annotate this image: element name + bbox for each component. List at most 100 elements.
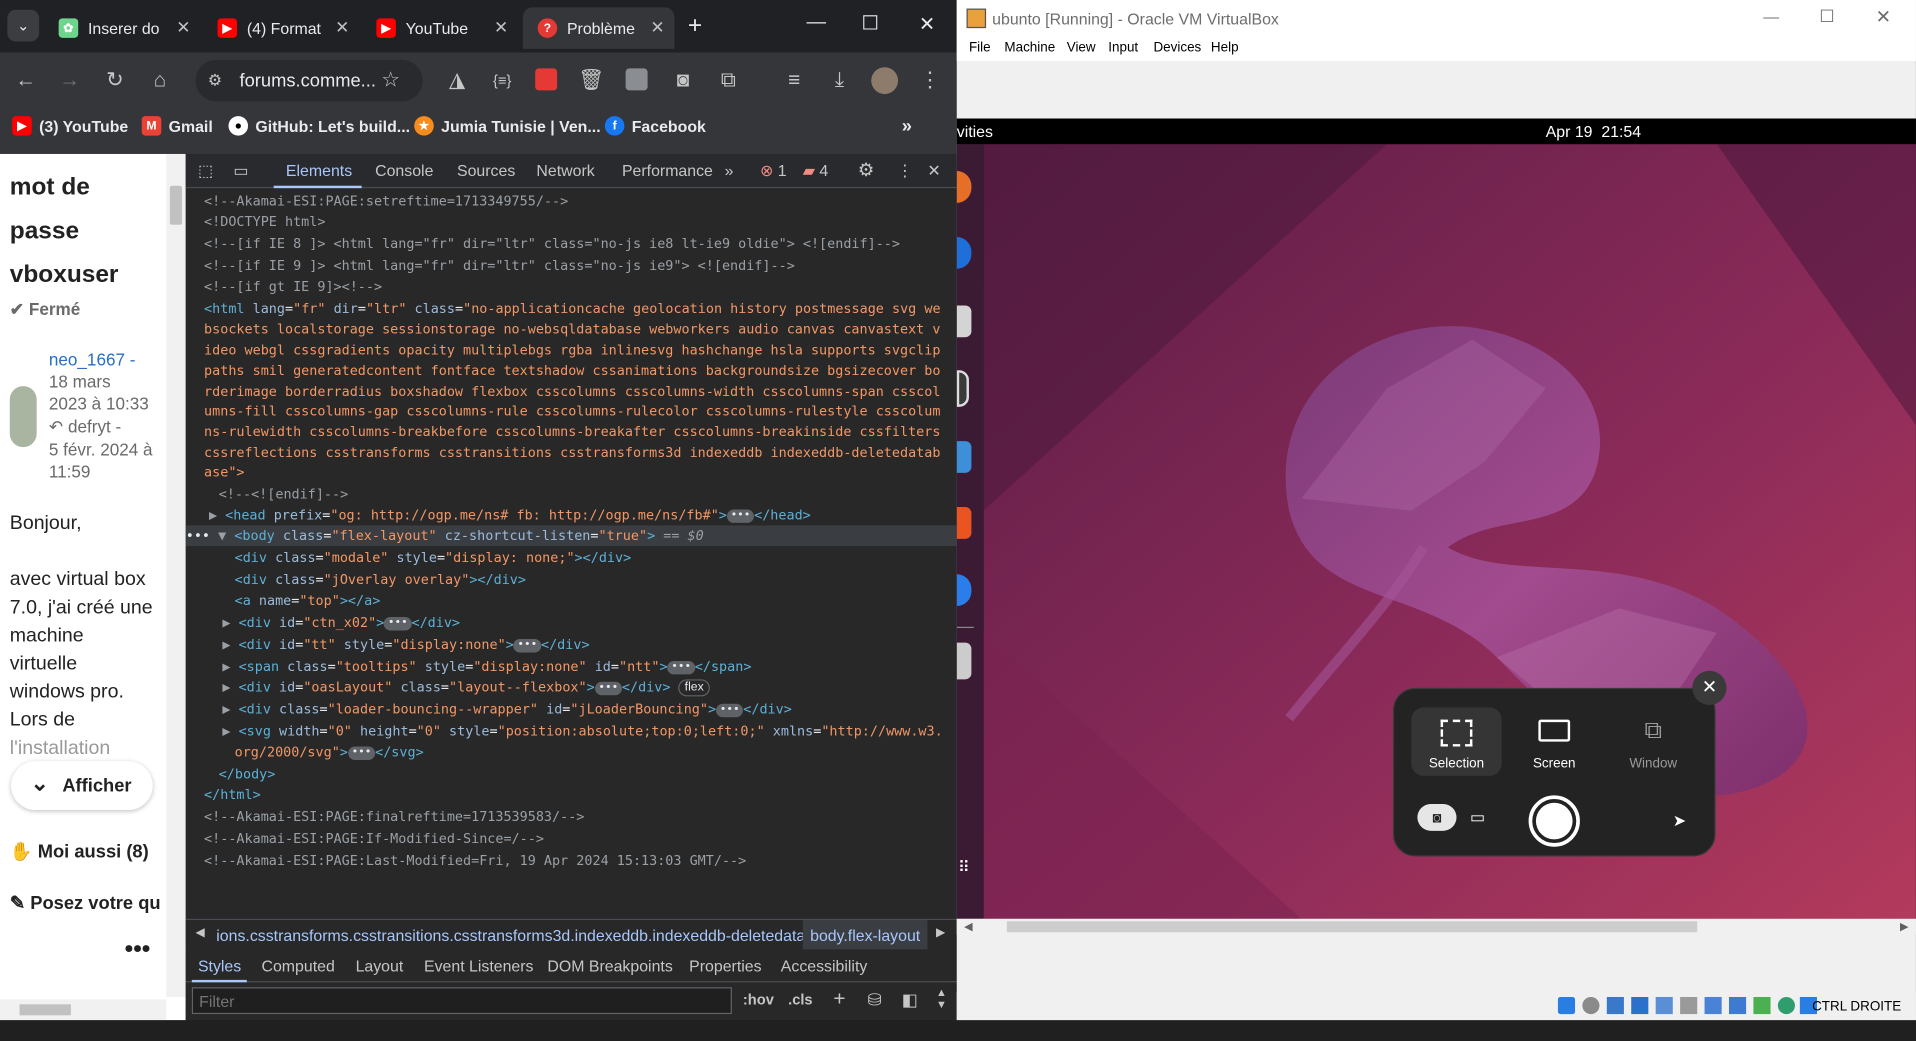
subtab-layout[interactable]: Layout <box>356 957 404 975</box>
photo-camera-icon[interactable]: ◙ <box>1417 803 1457 831</box>
dom-node[interactable]: ▶ <svg width="0" height="0" style="posit… <box>222 721 942 742</box>
dom-node[interactable]: ▶ <div id="oasLayout" class="layout--fle… <box>222 677 710 698</box>
tab-performance[interactable]: Performance <box>622 161 713 179</box>
trash-extension-icon[interactable]: 🗑 <box>578 68 605 92</box>
thunderbird-icon[interactable] <box>956 237 972 269</box>
menu-machine[interactable]: Machine <box>1004 40 1055 55</box>
dom-node[interactable]: <!--<![endif]--> <box>219 484 348 505</box>
writer-icon[interactable] <box>956 441 972 473</box>
show-more-button[interactable]: ⌄ Afficher <box>10 761 153 811</box>
hov-toggle[interactable]: :hov <box>743 991 774 1008</box>
display-status-icon[interactable] <box>1704 996 1722 1015</box>
close-tab-icon[interactable]: ✕ <box>176 17 190 38</box>
ask-question-button[interactable]: ✎ Posez votre qu <box>10 892 161 914</box>
subtab-styles[interactable]: Styles <box>198 957 241 975</box>
dom-node[interactable]: <!--[if gt IE 9]><!--> <box>204 276 382 297</box>
usb-status-icon[interactable] <box>1655 996 1673 1015</box>
styles-scroll-icon[interactable]: ▲ ▼ <box>936 986 947 1010</box>
tab-network[interactable]: Network <box>536 161 594 179</box>
tab-4-active[interactable]: ? Problème ✕ <box>522 7 675 49</box>
network-status-icon[interactable] <box>1631 996 1649 1015</box>
mode-window[interactable]: ⧉ Window <box>1608 707 1698 775</box>
subtab-dom-breakpoints[interactable]: DOM Breakpoints <box>547 957 672 975</box>
subtab-properties[interactable]: Properties <box>689 957 761 975</box>
profile-avatar[interactable] <box>871 67 899 95</box>
show-pointer-icon[interactable]: ➤ <box>1673 811 1686 831</box>
maximize-icon[interactable]: ☐ <box>861 11 879 35</box>
help-icon[interactable] <box>956 574 972 607</box>
tab-sources[interactable]: Sources <box>457 161 515 179</box>
vbox-close-icon[interactable]: ✕ <box>1876 6 1891 28</box>
tab-search-button[interactable]: ⌄ <box>7 9 40 42</box>
styles-filter-input[interactable] <box>191 987 732 1015</box>
close-tab-icon[interactable]: ✕ <box>650 17 664 38</box>
close-screenshot-icon[interactable]: ✕ <box>1692 670 1727 705</box>
site-info-icon[interactable]: ⚙ <box>208 71 222 91</box>
more-tabs-icon[interactable]: » <box>725 161 734 179</box>
bookmark-youtube[interactable]: ▶ (3) YouTube <box>12 116 128 136</box>
tab-elements[interactable]: Elements <box>286 161 352 179</box>
cpu-status-icon[interactable] <box>1753 996 1771 1015</box>
dom-node[interactable]: <!--[if IE 9 ]> <html lang="fr" dir="ltr… <box>204 255 795 276</box>
page-scrollbar-thumb[interactable] <box>169 185 183 225</box>
audio-status-icon[interactable] <box>1606 996 1624 1015</box>
dom-node[interactable]: </html> <box>204 784 261 805</box>
dom-node[interactable]: ▶ <div id="ctn_x02"> ••• </div> <box>222 612 460 633</box>
new-tab-button[interactable]: + <box>688 13 702 37</box>
extension-2-icon[interactable]: {≡} <box>489 68 516 92</box>
bookmark-github[interactable]: ● GitHub: Let's build... <box>228 116 410 136</box>
software-icon[interactable] <box>956 507 972 539</box>
tab-2[interactable]: ▶ (4) Format ✕ <box>203 7 359 49</box>
bookmark-jumia[interactable]: ★ Jumia Tunisie | Ven... <box>414 116 601 136</box>
reload-icon[interactable]: ↻ <box>101 68 128 92</box>
more-bookmarks-icon[interactable]: » <box>902 116 912 137</box>
bookmark-gmail[interactable]: M Gmail <box>141 116 213 136</box>
dom-node[interactable]: <!--[if IE 8 ]> <html lang="fr" dir="ltr… <box>204 233 900 254</box>
rhythmbox-icon[interactable] <box>956 370 969 407</box>
close-window-icon[interactable]: ✕ <box>919 12 935 36</box>
head-node[interactable]: ▶ <head prefix="og: http://ogp.me/ns# fb… <box>209 505 811 526</box>
scroll-right-icon[interactable]: ▶ <box>1900 920 1908 933</box>
sidebar-toggle-icon[interactable]: ◧ <box>902 990 918 1011</box>
crumb-html[interactable]: ions.csstransforms.csstransitions.csstra… <box>216 926 839 944</box>
error-counter[interactable]: ⊗ 1 <box>760 161 787 181</box>
camera-extension-icon[interactable]: ◙ <box>670 68 697 92</box>
dom-node[interactable]: <!DOCTYPE html> <box>204 211 325 232</box>
close-devtools-icon[interactable]: ✕ <box>927 161 940 181</box>
dom-node[interactable]: <!--Akamai-ESI:PAGE:setreftime=171334975… <box>204 191 568 212</box>
warning-counter[interactable]: ▰ 4 <box>803 161 828 181</box>
subtab-accessibility[interactable]: Accessibility <box>781 957 868 975</box>
dom-node[interactable]: </body> <box>219 764 276 785</box>
trash-icon[interactable] <box>956 642 972 680</box>
vbox-minimize-icon[interactable]: — <box>1763 7 1779 25</box>
more-dots-icon[interactable]: ••• <box>125 936 151 964</box>
dom-node[interactable]: ▶ <span class="tooltips" style="display:… <box>222 656 751 677</box>
menu-help[interactable]: Help <box>1211 40 1239 55</box>
dom-node[interactable]: <a name="top"></a> <box>235 590 381 611</box>
extension-3-icon[interactable] <box>535 68 558 91</box>
show-apps-icon[interactable]: ⠿ <box>958 859 970 875</box>
capture-button[interactable] <box>1528 795 1580 847</box>
extension-5-icon[interactable] <box>625 68 648 91</box>
devtools-menu-icon[interactable]: ⋮ <box>897 161 913 181</box>
home-icon[interactable]: ⌂ <box>147 68 174 92</box>
dom-node[interactable]: <!--Akamai-ESI:PAGE:finalreftime=1713539… <box>204 806 584 827</box>
dom-node[interactable]: <!--Akamai-ESI:PAGE:Last-Modified=Fri, 1… <box>204 850 746 871</box>
crumb-left-arrow-icon[interactable]: ◀ <box>196 926 205 939</box>
page-hscrollbar[interactable] <box>0 999 167 1021</box>
bookmark-star-icon[interactable]: ☆ <box>381 68 400 92</box>
author-link[interactable]: neo_1667 - <box>49 349 136 369</box>
cls-toggle[interactable]: .cls <box>788 991 812 1008</box>
menu-devices[interactable]: Devices <box>1153 40 1201 55</box>
minimize-icon[interactable]: — <box>806 12 826 34</box>
vbox-hscroll-thumb[interactable] <box>1006 921 1698 933</box>
extension-1-icon[interactable]: ◮ <box>444 68 471 92</box>
close-tab-icon[interactable]: ✕ <box>494 17 508 38</box>
address-bar[interactable]: ⚙ forums.comme... ☆ <box>195 59 423 102</box>
guest-additions-icon[interactable] <box>1777 996 1795 1015</box>
settings-gear-icon[interactable]: ⚙ <box>858 159 874 181</box>
me-too-button[interactable]: ✋ Moi aussi (8) <box>10 841 149 863</box>
subtab-event-listeners[interactable]: Event Listeners <box>424 957 533 975</box>
bookmark-facebook[interactable]: f Facebook <box>604 116 706 136</box>
new-rule-icon[interactable]: + <box>833 987 845 1011</box>
